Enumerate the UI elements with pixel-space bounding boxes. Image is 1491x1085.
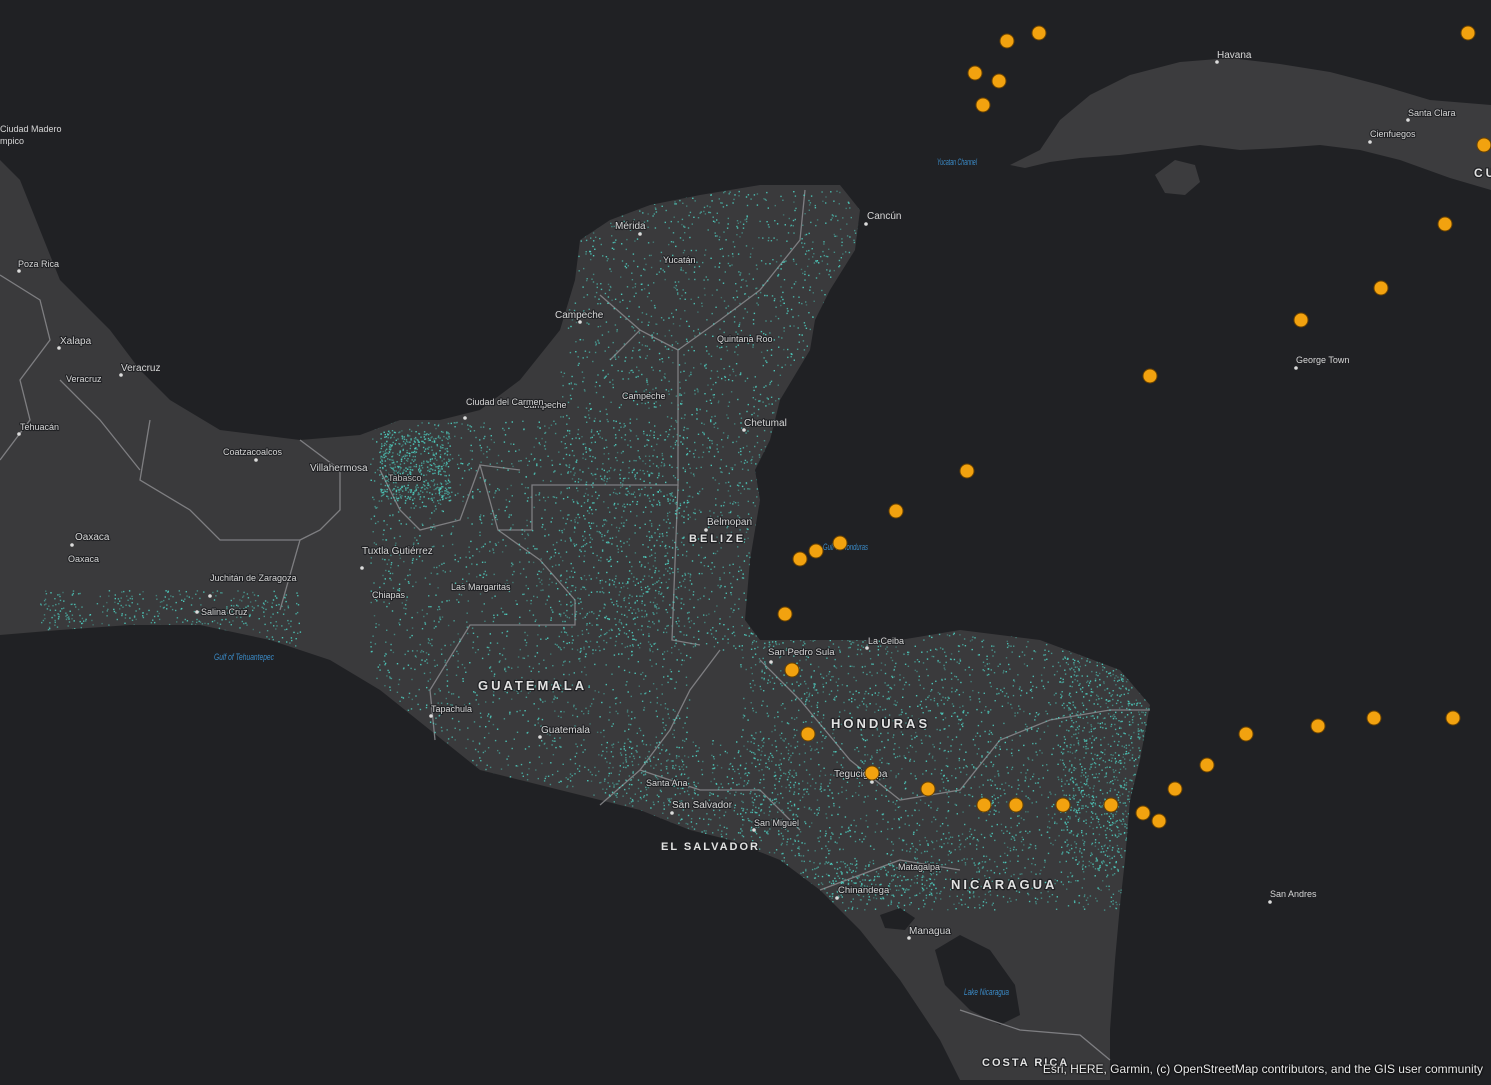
label-country-cuba: CU: [1474, 166, 1491, 180]
label-ciudad-madero: Ciudad Madero: [0, 124, 62, 134]
label-yucatan-channel: Yucatan Channel: [937, 157, 978, 167]
event-marker[interactable]: [1000, 34, 1014, 48]
event-marker[interactable]: [778, 607, 792, 621]
event-marker[interactable]: [921, 782, 935, 796]
label-ciudad-del-carmen: Ciudad del Carmen: [466, 397, 544, 407]
label-salina-cruz: Salina Cruz: [201, 607, 248, 617]
event-marker[interactable]: [1168, 782, 1182, 796]
label-quintana-roo: Quintana Roo: [717, 334, 773, 344]
event-marker[interactable]: [1136, 806, 1150, 820]
label-chiapas: Chiapas: [372, 590, 406, 600]
event-marker[interactable]: [1009, 798, 1023, 812]
label-chinandega: Chinandega: [838, 885, 890, 896]
label-guatemala-city: Guatemala: [541, 725, 590, 736]
label-tegucigalpa: Tegucigalpa: [834, 769, 888, 780]
event-marker[interactable]: [801, 727, 815, 741]
event-marker[interactable]: [977, 798, 991, 812]
label-tapachula: Tapachula: [431, 704, 472, 714]
label-san-salvador: San Salvador: [672, 800, 733, 811]
event-marker[interactable]: [976, 98, 990, 112]
label-cienfuegos: Cienfuegos: [1370, 129, 1416, 139]
label-campeche-city: Campeche: [555, 310, 604, 321]
label-poza-rica: Poza Rica: [18, 259, 59, 269]
label-belmopan: Belmopan: [707, 517, 752, 528]
event-marker[interactable]: [1477, 138, 1491, 152]
label-george-town: George Town: [1296, 355, 1349, 365]
label-havana: Havana: [1217, 50, 1252, 61]
label-santa-ana: Santa Ana: [646, 778, 688, 788]
label-tampico: mpico: [0, 136, 24, 146]
label-tuxtla: Tuxtla Gutiérrez: [362, 546, 433, 557]
label-lake-nicaragua: Lake Nicaragua: [964, 987, 1009, 997]
label-chetumal: Chetumal: [744, 418, 787, 429]
label-cancun: Cancún: [867, 211, 901, 222]
event-marker[interactable]: [1152, 814, 1166, 828]
event-marker[interactable]: [1294, 313, 1308, 327]
label-coatzacoalcos: Coatzacoalcos: [223, 447, 283, 457]
label-campeche-state2: Campeche: [622, 391, 666, 401]
event-marker[interactable]: [793, 552, 807, 566]
label-veracruz-city: Veracruz: [121, 363, 160, 374]
event-marker[interactable]: [865, 766, 879, 780]
map-canvas[interactable]: Havana Santa Clara Cienfuegos Ciudad Mad…: [0, 0, 1491, 1080]
label-san-pedro-sula: San Pedro Sula: [768, 647, 835, 658]
event-marker[interactable]: [809, 544, 823, 558]
label-country-el-salvador: EL SALVADOR: [661, 841, 760, 853]
label-oaxaca-state: Oaxaca: [68, 554, 99, 564]
event-marker[interactable]: [1438, 217, 1452, 231]
label-yucatan: Yucatán: [663, 255, 696, 265]
label-managua: Managua: [909, 926, 951, 937]
label-country-guatemala: GUATEMALA: [478, 678, 587, 693]
event-marker[interactable]: [889, 504, 903, 518]
label-xalapa: Xalapa: [60, 336, 92, 347]
label-san-andres: San Andres: [1270, 889, 1317, 899]
event-marker[interactable]: [1143, 369, 1157, 383]
label-juchitan: Juchitán de Zaragoza: [210, 573, 297, 583]
event-marker[interactable]: [833, 536, 847, 550]
label-villahermosa: Villahermosa: [310, 463, 368, 474]
label-country-belize: BELIZE: [689, 533, 746, 545]
label-santa-clara: Santa Clara: [1408, 108, 1456, 118]
event-marker[interactable]: [968, 66, 982, 80]
map-attribution[interactable]: Esri, HERE, Garmin, (c) OpenStreetMap co…: [1043, 1062, 1483, 1076]
event-marker[interactable]: [1200, 758, 1214, 772]
label-merida: Mérida: [615, 221, 646, 232]
event-marker[interactable]: [1056, 798, 1070, 812]
event-marker[interactable]: [1367, 711, 1381, 725]
label-matagalpa: Matagalpa: [898, 862, 940, 872]
event-marker[interactable]: [1374, 281, 1388, 295]
label-san-miguel: San Miguel: [754, 818, 799, 828]
event-marker[interactable]: [960, 464, 974, 478]
label-oaxaca-city: Oaxaca: [75, 532, 110, 543]
event-marker[interactable]: [1446, 711, 1460, 725]
event-marker[interactable]: [992, 74, 1006, 88]
event-marker[interactable]: [785, 663, 799, 677]
basemap-svg[interactable]: Havana Santa Clara Cienfuegos Ciudad Mad…: [0, 0, 1491, 1080]
label-las-margaritas: Las Margaritas: [451, 582, 511, 592]
label-country-nicaragua: NICARAGUA: [951, 877, 1057, 892]
label-gulf-of-tehuantepec: Gulf of Tehuantepec: [214, 652, 274, 662]
event-marker[interactable]: [1104, 798, 1118, 812]
label-tehuacan: Tehuacán: [20, 422, 59, 432]
event-marker[interactable]: [1461, 26, 1475, 40]
label-country-honduras: HONDURAS: [831, 716, 930, 731]
label-veracruz-state: Veracruz: [66, 374, 102, 384]
event-marker[interactable]: [1239, 727, 1253, 741]
label-la-ceiba: La Ceiba: [868, 636, 904, 646]
label-tabasco: Tabasco: [388, 473, 422, 483]
event-marker[interactable]: [1032, 26, 1046, 40]
event-marker[interactable]: [1311, 719, 1325, 733]
